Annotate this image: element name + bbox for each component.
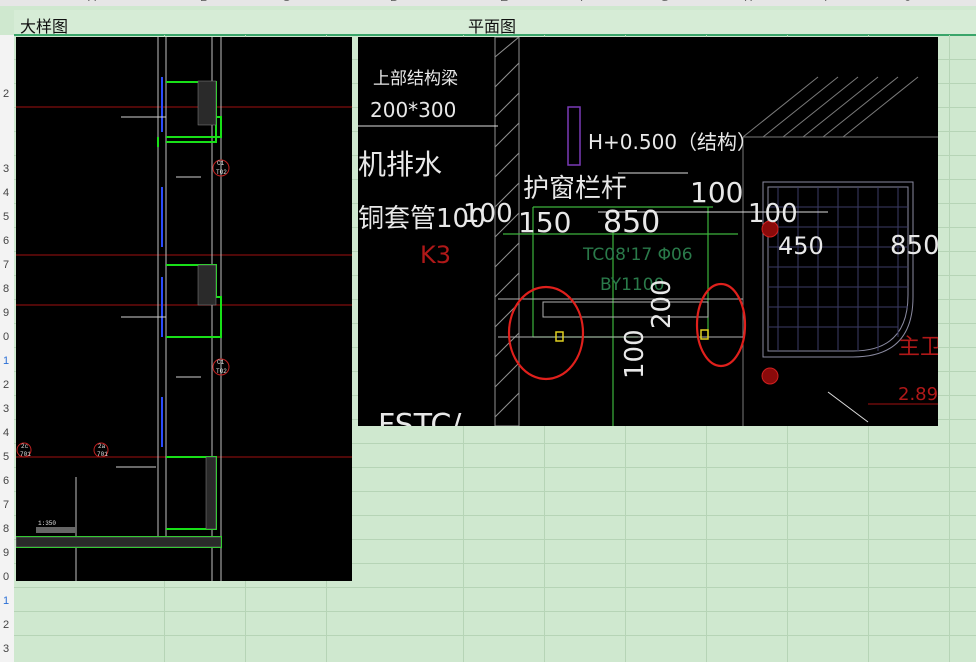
plan-dim-label: 100: [620, 329, 650, 379]
col-letter-e[interactable]: E: [500, 0, 508, 4]
plan-dim-label: 850: [603, 205, 660, 240]
row-number[interactable]: 1: [0, 595, 12, 607]
col-letter-b[interactable]: B: [200, 0, 208, 4]
detail-drawing-image[interactable]: C1 TO2 C1 TO2 2a 701 2c 701 1:350: [16, 37, 352, 581]
plan-window-code: TC08'17 Φ06: [582, 245, 693, 265]
col-letter-d[interactable]: D: [390, 0, 399, 4]
row-number[interactable]: 5: [0, 211, 12, 223]
plan-dim-label: 100: [690, 176, 743, 209]
detail-callout-tag: 701: [97, 451, 108, 458]
row-number[interactable]: 0: [0, 331, 12, 343]
detail-callout-tag: C1: [217, 160, 225, 167]
row-number[interactable]: 2: [0, 379, 12, 391]
detail-callout-tag: 2c: [21, 443, 29, 450]
col-letter-g[interactable]: G: [660, 0, 669, 4]
plan-dim-label: 150: [518, 206, 571, 239]
plan-k3-label: K3: [420, 241, 451, 269]
row-number[interactable]: 8: [0, 283, 12, 295]
col-letter-h[interactable]: H: [744, 0, 753, 4]
plan-level-label: H+0.500（结构）: [588, 130, 757, 154]
col-letter-a[interactable]: A: [88, 0, 96, 4]
row-number[interactable]: 7: [0, 259, 12, 271]
col-letter-i[interactable]: I: [824, 0, 827, 4]
detail-callout-tag: TO2: [216, 169, 227, 176]
cell-plan-label[interactable]: 平面图: [468, 13, 516, 37]
row-number[interactable]: 5: [0, 451, 12, 463]
col-letter-c[interactable]: C: [282, 0, 291, 4]
col-letter-f[interactable]: F: [580, 0, 587, 4]
detail-callout-tag: 2a: [98, 443, 106, 450]
plan-beam-size: 200*300: [370, 98, 456, 122]
plan-elevation-label: 2.89: [898, 384, 938, 405]
cell-detail-label[interactable]: 大样图: [20, 13, 68, 37]
row-number[interactable]: 2: [0, 88, 12, 100]
row-number[interactable]: 4: [0, 427, 12, 439]
highlight-ellipse-left: [507, 285, 585, 381]
plan-drain-label: 机排水: [358, 148, 442, 181]
column-header: A B C D E F G H I J: [0, 0, 976, 6]
plan-view-drawing: 上部结构梁 200*300 机排水 铜套管100 护窗栏杆 H+0.500（结构…: [358, 37, 938, 426]
row-number[interactable]: 6: [0, 235, 12, 247]
plan-drawing-image[interactable]: 上部结构梁 200*300 机排水 铜套管100 护窗栏杆 H+0.500（结构…: [358, 37, 938, 426]
row-number[interactable]: 0: [0, 571, 12, 583]
detail-section-drawing: C1 TO2 C1 TO2 2a 701 2c 701 1:350: [16, 37, 352, 581]
col-letter-j[interactable]: J: [905, 0, 911, 4]
row-number-selected[interactable]: 1: [0, 355, 12, 367]
row-number[interactable]: 6: [0, 475, 12, 487]
row-number[interactable]: 3: [0, 643, 12, 655]
plan-beam-label: 上部结构梁: [373, 69, 458, 89]
row-number-gutter: 2 3 4 5 6 7 8 9 0 1 2 3 4 5 6 7 8 9 0 1 …: [0, 35, 14, 662]
row-number[interactable]: 9: [0, 547, 12, 559]
row-number[interactable]: 8: [0, 523, 12, 535]
plan-fstc-label: FSTC/: [378, 408, 462, 426]
plan-dim-label: 200: [647, 279, 677, 329]
label-row[interactable]: 大样图 平面图: [14, 10, 976, 36]
detail-callout-tag: TO2: [216, 368, 227, 375]
plan-railing-label: 护窗栏杆: [523, 174, 627, 204]
plan-dim-label: 100: [748, 199, 798, 229]
plan-dim-label: 100: [463, 199, 513, 229]
row-number[interactable]: 7: [0, 499, 12, 511]
row-number[interactable]: 3: [0, 403, 12, 415]
row-number[interactable]: 2: [0, 619, 12, 631]
row-number[interactable]: 9: [0, 307, 12, 319]
row-number[interactable]: 4: [0, 187, 12, 199]
detail-callout-tag: C1: [217, 359, 225, 366]
detail-note: 1:350: [38, 520, 56, 527]
detail-callout-tag: 701: [20, 451, 31, 458]
row-number[interactable]: 3: [0, 163, 12, 175]
plan-room-label: 主卫: [898, 335, 938, 360]
highlight-ellipse-right: [695, 282, 747, 368]
plan-dim-label: 850: [890, 231, 938, 261]
plan-dim-label: 450: [778, 232, 824, 260]
